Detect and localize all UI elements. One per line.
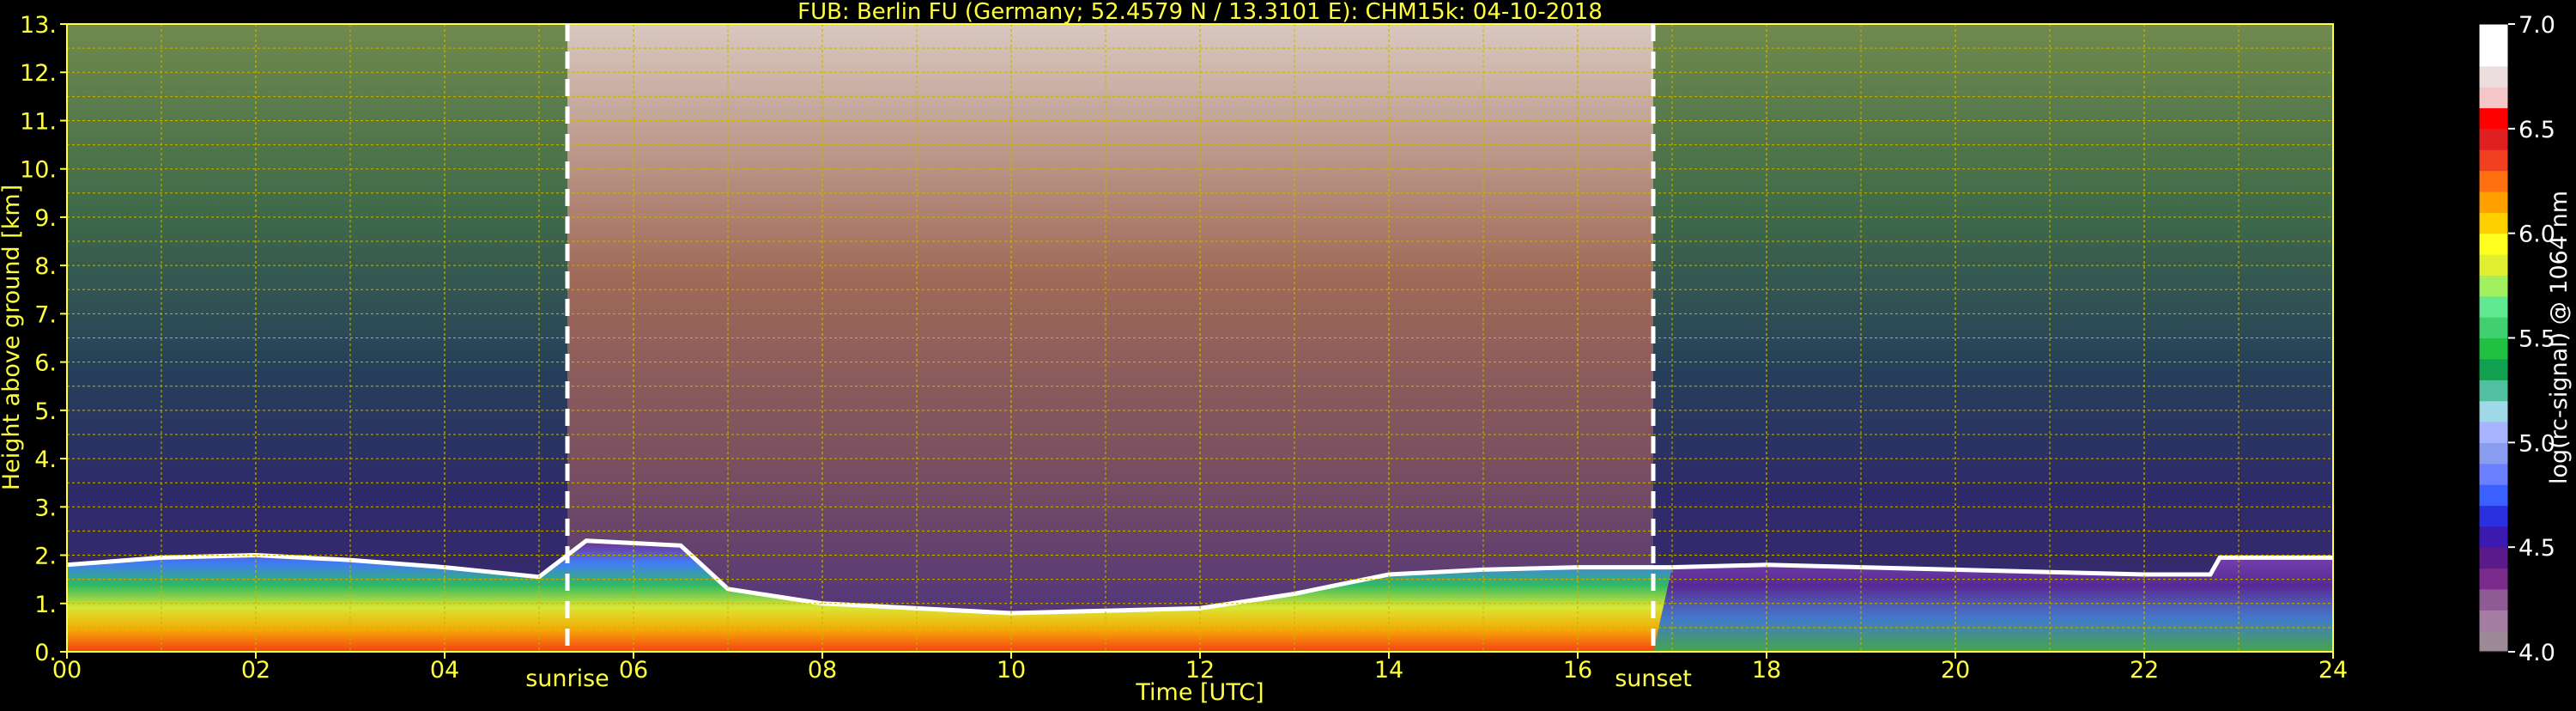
colorbar-swatch [2479, 630, 2508, 653]
x-tick-label: 06 [619, 657, 648, 684]
y-tick-label: 3. [34, 495, 57, 521]
colorbar-swatch [2479, 65, 2508, 88]
chart-title: FUB: Berlin FU (Germany; 52.4579 N / 13.… [797, 0, 1603, 25]
colorbar-swatch [2479, 337, 2508, 360]
chart-svg: 00 02 04 06 08 10 12 14 16 18 20 22 24 0.1.2.3.4.5.6… [0, 0, 2573, 706]
colorbar-swatch [2479, 45, 2508, 67]
colorbar-swatch [2479, 610, 2508, 632]
y-tick-label: 4. [34, 447, 57, 473]
x-tick-label: 16 [1563, 657, 1592, 684]
y-tick-label: 2. [34, 544, 57, 570]
colorbar-tick-label: 4.5 [2518, 535, 2555, 562]
colorbar-swatch [2479, 24, 2508, 46]
colorbar-swatch [2479, 547, 2508, 569]
colorbar-swatch [2479, 400, 2508, 422]
x-tick-label: 08 [808, 657, 837, 684]
colorbar-swatch [2479, 317, 2508, 339]
colorbar-swatch [2479, 128, 2508, 150]
x-tick-label: 20 [1941, 657, 1970, 684]
colorbar-swatch [2479, 588, 2508, 611]
colorbar-swatch [2479, 87, 2508, 109]
colorbar-swatch [2479, 149, 2508, 172]
colorbar-swatch [2479, 442, 2508, 465]
colorbar-swatch [2479, 275, 2508, 297]
y-tick-label: 8. [34, 253, 57, 280]
y-tick-label: 7. [34, 301, 57, 328]
colorbar-label: log(rc-signal) @ 1064 nm [2546, 191, 2573, 484]
colorbar-tick-label: 4.0 [2518, 640, 2555, 666]
colorbar-swatch [2479, 380, 2508, 402]
colorbar-swatch [2479, 505, 2508, 527]
y-tick-label: 0. [34, 640, 57, 666]
y-tick-label: 9. [34, 205, 57, 232]
colorbar-swatch [2479, 463, 2508, 485]
colorbar-swatch [2479, 358, 2508, 380]
x-tick-label: 22 [2130, 657, 2159, 684]
y-tick-label: 6. [34, 350, 57, 377]
y-axis-label: Height above ground [km] [0, 185, 25, 490]
y-tick-label: 1. [34, 592, 57, 618]
colorbar-swatch [2479, 254, 2508, 276]
x-tick-label: 04 [430, 657, 459, 684]
y-tick-label: 10. [20, 157, 57, 184]
x-tick-label: 10 [997, 657, 1026, 684]
y-axis: 0. 1. 2. 3. 4. 5. 6. 7. 8. 9. 10. 11. 12. 13. [20, 12, 67, 666]
colorbar-swatch [2479, 568, 2508, 590]
colorbar-swatch [2479, 526, 2508, 548]
x-tick-label: 02 [241, 657, 270, 684]
y-tick-label: 11. [20, 108, 57, 135]
colorbar-tick-label: 6.5 [2518, 117, 2555, 143]
colorbar-tick-label: 7.0 [2518, 12, 2555, 39]
x-tick-label: 18 [1752, 657, 1781, 684]
colorbar-swatch [2479, 212, 2508, 234]
sunrise-label: sunrise [525, 665, 609, 692]
colorbar-swatch [2479, 233, 2508, 255]
colorbar-swatch [2479, 107, 2508, 130]
lidar-chart: 00 02 04 06 08 10 12 14 16 18 20 22 24 0. 1. 2. 3. 4. 5. 6… [0, 0, 2576, 708]
x-tick-label: 14 [1374, 657, 1403, 684]
colorbar-swatch [2479, 191, 2508, 213]
colorbar: 4.04.55.05.56.06.57.0 [2478, 12, 2555, 666]
x-axis-label: Time [UTC] [1135, 679, 1264, 706]
sunset-label: sunset [1615, 665, 1692, 692]
y-tick-label: 5. [34, 398, 57, 425]
colorbar-swatch [2479, 421, 2508, 443]
x-tick-label: 24 [2318, 657, 2348, 684]
y-tick-label: 12. [20, 60, 57, 87]
colorbar-swatch [2479, 170, 2508, 192]
y-tick-label: 13. [20, 12, 57, 39]
colorbar-swatch [2479, 295, 2508, 318]
colorbar-swatch [2479, 484, 2508, 507]
